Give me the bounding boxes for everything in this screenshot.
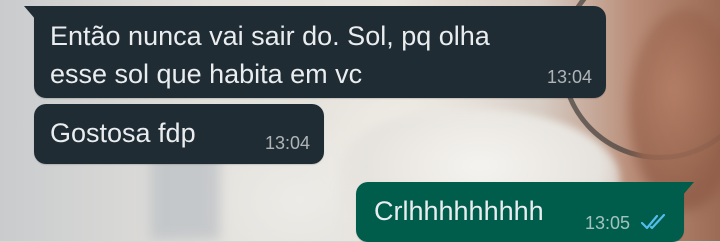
message-bubble-incoming[interactable]: Gostosa fdp 13:04 [34,104,324,164]
bubble-tail [682,182,694,196]
message-text: Crlhhhhhhhhh [374,196,544,226]
message-timestamp: 13:04 [546,67,592,87]
double-check-read-icon [640,213,666,230]
message-text: Gostosa fdp [50,118,196,148]
bubble-tail [24,6,36,20]
message-text-line: Então nunca vai sair do. Sol, pq olha [50,21,490,51]
message-bubble-incoming[interactable]: Então nunca vai sair do. Sol, pq olha es… [24,6,606,98]
message-bubble-outgoing[interactable]: Crlhhhhhhhhh 13:05 [356,182,694,242]
message-timestamp: 13:05 [584,213,630,233]
message-text-line: esse sol que habita em vc [50,59,363,89]
message-timestamp: 13:04 [264,133,310,153]
